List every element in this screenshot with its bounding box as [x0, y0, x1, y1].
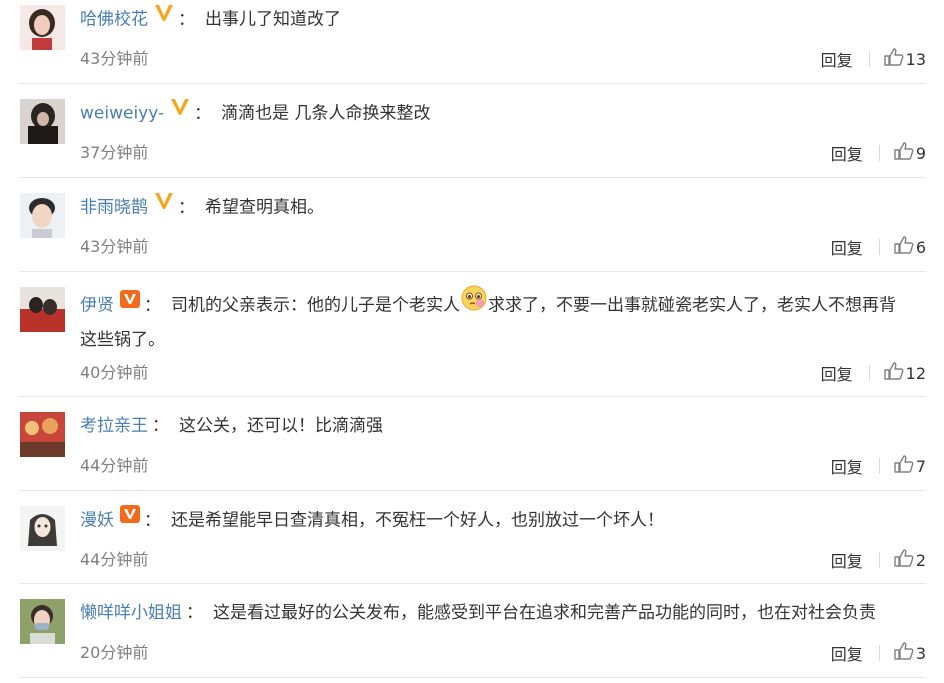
yellow-v-icon — [170, 96, 190, 127]
reply-button[interactable]: 回复 — [821, 47, 853, 71]
colon: ： — [178, 9, 195, 30]
username[interactable]: 伊贤 — [80, 296, 114, 316]
comment-actions: 回复 6 — [831, 235, 926, 259]
reply-button[interactable]: 回复 — [831, 454, 863, 478]
separator — [20, 83, 926, 84]
divider — [868, 51, 870, 67]
comment-text: 哈佛校花 ： 出事儿了知道改了 — [80, 4, 932, 36]
comment-actions: 回复 3 — [831, 641, 926, 665]
avatar[interactable] — [20, 5, 65, 50]
timestamp: 37分钟前 — [80, 143, 149, 162]
timestamp: 43分钟前 — [80, 49, 149, 68]
comment-text: 伊贤 ： 司机的父亲表示：他的儿子是个老实人 求求了，不要一出事就碰瓷老实人了，老实人… — [80, 284, 932, 356]
comment-body: 这是看过最好的公关发布，能感受到平台在追求和完善产品功能的同时，也在对社会负责 — [213, 603, 876, 623]
divider — [878, 458, 880, 474]
divider — [878, 552, 880, 568]
avatar[interactable] — [20, 287, 65, 332]
timestamp: 40分钟前 — [80, 363, 149, 382]
comment-body-continued: 求求了，不要一出事就碰瓷老实人了，老实人不想再背 — [488, 295, 896, 316]
comment-actions: 回复 12 — [821, 361, 926, 385]
like-count: 6 — [915, 237, 926, 257]
thumbs-up-icon[interactable] — [894, 642, 914, 664]
pleading-face-emoji — [460, 284, 488, 323]
username[interactable]: 哈佛校花 — [80, 10, 148, 30]
username[interactable]: 非雨晓鹊 — [80, 198, 148, 218]
like-count: 9 — [915, 143, 926, 163]
comment-body: 希望查明真相。 — [205, 197, 324, 218]
timestamp: 44分钟前 — [80, 456, 149, 475]
avatar[interactable] — [20, 412, 65, 457]
colon: ： — [194, 103, 212, 124]
separator — [20, 177, 926, 178]
comment-body: 司机的父亲表示：他的儿子是个老实人 — [171, 295, 460, 316]
username[interactable]: 懒咩咩小姐姐 — [80, 603, 182, 623]
reply-button[interactable]: 回复 — [831, 548, 863, 572]
comment-actions: 回复 7 — [831, 454, 926, 478]
reply-button[interactable]: 回复 — [821, 361, 853, 385]
divider — [868, 365, 870, 381]
comment-text: 非雨晓鹊 ： 希望查明真相。 — [80, 192, 932, 224]
colon: ： — [186, 603, 203, 623]
avatar[interactable] — [20, 599, 65, 644]
comment-body: 这公关，还可以！比滴滴强 — [179, 416, 383, 436]
separator — [20, 271, 926, 272]
avatar[interactable] — [20, 506, 65, 551]
reply-button[interactable]: 回复 — [831, 141, 863, 165]
comment-text: 懒咩咩小姐姐： 这是看过最好的公关发布，能感受到平台在追求和完善产品功能的同时，也… — [80, 598, 932, 629]
thumbs-up-icon[interactable] — [894, 236, 914, 258]
timestamp: 20分钟前 — [80, 643, 149, 662]
yellow-v-icon — [154, 2, 174, 33]
like-count: 12 — [905, 363, 926, 383]
thumbs-up-icon[interactable] — [883, 48, 904, 70]
avatar[interactable] — [20, 99, 65, 144]
comment-text: 漫妖 ： 还是希望能早日查清真相，不冤枉一个好人，也别放过一个坏人！ — [80, 505, 932, 537]
reply-button[interactable]: 回复 — [831, 641, 863, 665]
comment-actions: 回复 13 — [821, 47, 926, 71]
comment-text: weiweiyy- ： 滴滴也是 几条人命换来整改 — [80, 98, 932, 130]
comment-list: 哈佛校花 ： 出事儿了知道改了 43分钟前 回复 13 weiweiyy- ： 滴滴也是… — [0, 0, 944, 683]
yellow-v-icon — [154, 190, 174, 221]
separator — [20, 396, 926, 397]
like-count: 7 — [915, 456, 926, 476]
colon: ： — [144, 295, 161, 316]
comment-body-line2: 这些锅了。 — [80, 330, 165, 350]
thumbs-up-icon[interactable] — [894, 455, 914, 477]
username[interactable]: weiweiyy- — [80, 104, 164, 124]
username[interactable]: 考拉亲王 — [80, 416, 148, 436]
avatar[interactable] — [20, 193, 65, 238]
like-count: 13 — [905, 49, 926, 69]
separator — [20, 490, 926, 491]
divider — [878, 239, 880, 255]
comment-body: 还是希望能早日查清真相，不冤枉一个好人，也别放过一个坏人！ — [171, 510, 664, 531]
like-count: 3 — [915, 643, 926, 663]
like-count: 2 — [915, 550, 926, 570]
separator — [20, 583, 926, 584]
username[interactable]: 漫妖 — [80, 511, 114, 531]
divider — [878, 645, 880, 661]
separator — [20, 677, 926, 678]
divider — [878, 145, 880, 161]
orange-v-icon — [120, 288, 140, 319]
thumbs-up-icon[interactable] — [883, 362, 904, 384]
thumbs-up-icon[interactable] — [894, 549, 914, 571]
colon: ： — [152, 416, 169, 436]
orange-v-icon — [120, 503, 140, 534]
comment-actions: 回复 9 — [831, 141, 926, 165]
colon: ： — [178, 197, 195, 218]
comment-actions: 回复 2 — [831, 548, 926, 572]
comment-text: 考拉亲王： 这公关，还可以！比滴滴强 — [80, 411, 932, 442]
colon: ： — [144, 510, 161, 531]
thumbs-up-icon[interactable] — [894, 142, 914, 164]
comment-body: 滴滴也是 几条人命换来整改 — [221, 103, 431, 124]
reply-button[interactable]: 回复 — [831, 235, 863, 259]
timestamp: 44分钟前 — [80, 550, 149, 569]
timestamp: 43分钟前 — [80, 237, 149, 256]
comment-body: 出事儿了知道改了 — [205, 9, 341, 30]
